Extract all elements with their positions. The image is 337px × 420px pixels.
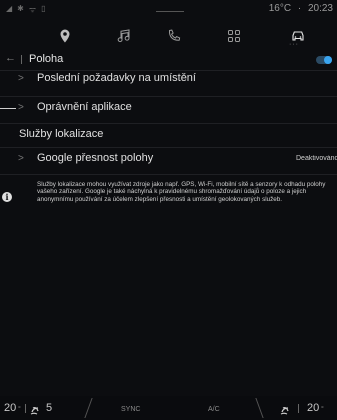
recent-requests-label: Poslední požadavky na umístění: [37, 72, 196, 84]
divider: [0, 174, 337, 175]
recent-requests-item[interactable]: > Poslední požadavky na umístění: [0, 68, 337, 92]
chevron-right-icon: >: [18, 73, 24, 84]
page-title: Poloha: [29, 53, 64, 65]
info-block: i Služby lokalizace mohou využívat zdroj…: [0, 176, 337, 220]
music-icon[interactable]: [109, 25, 139, 47]
section-title: Služby lokalizace: [19, 128, 104, 140]
bluetooth-icon: ✱: [17, 4, 24, 13]
info-icon: i: [2, 192, 12, 202]
right-temperature-unit: °: [321, 406, 324, 413]
sim-icon: ▯: [41, 4, 46, 13]
phone-icon[interactable]: [159, 25, 189, 47]
google-accuracy-status: Deaktivováno: [296, 155, 337, 162]
sync-button[interactable]: SYNC: [121, 406, 140, 413]
status-icons: ◢ ✱ ᯤ ▯: [6, 4, 46, 15]
apps-icon[interactable]: [219, 25, 249, 47]
status-bar: ◢ ✱ ᯤ ▯ 16°C · 20:23: [0, 0, 337, 20]
status-handle: [156, 11, 184, 12]
climate-divider-left: [84, 398, 93, 418]
location-pin-glyph: [60, 29, 70, 43]
climate-bar: 20 ° 5 SYNC A/C 20 °: [0, 396, 337, 420]
left-temperature[interactable]: 20: [4, 402, 16, 414]
page-header: ← Poloha: [0, 51, 337, 69]
ac-button[interactable]: A/C: [208, 406, 220, 413]
header-separator: [21, 55, 22, 64]
climate-divider-right: [255, 398, 264, 418]
top-navigation: [0, 20, 337, 50]
chevron-right-icon: >: [18, 102, 24, 113]
wifi-icon: ᯤ: [28, 5, 37, 14]
apps-grid-glyph: [228, 30, 240, 42]
location-toggle[interactable]: [316, 56, 332, 64]
app-permissions-item[interactable]: > Oprávnění aplikace: [0, 97, 337, 121]
phone-glyph: [168, 29, 181, 41]
outside-temperature: 16°C: [268, 3, 292, 14]
divider: [0, 123, 337, 124]
info-text: Služby lokalizace mohou využívat zdroje …: [37, 181, 326, 203]
rear-fan-icon[interactable]: [279, 403, 293, 415]
status-readout: 16°C · 20:23: [265, 3, 333, 14]
app-permissions-label: Oprávnění aplikace: [37, 101, 132, 113]
right-temperature[interactable]: 20: [307, 402, 319, 414]
climate-separator: [25, 404, 26, 413]
google-accuracy-label: Google přesnost polohy: [37, 152, 154, 164]
back-arrow-icon[interactable]: ←: [5, 52, 16, 64]
music-note-glyph: [117, 29, 130, 43]
signal-icon: ◢: [6, 4, 13, 13]
left-temperature-unit: °: [18, 406, 21, 413]
fan-speed[interactable]: 5: [46, 402, 52, 414]
clock: 20:23: [307, 3, 333, 14]
location-icon[interactable]: [50, 25, 80, 47]
climate-separator: [298, 404, 299, 413]
chevron-right-icon: >: [18, 153, 24, 164]
google-accuracy-item[interactable]: > Google přesnost polohy Deaktivováno: [0, 148, 337, 172]
fan-icon[interactable]: [29, 403, 43, 415]
selection-marker: [0, 108, 16, 109]
status-separator: ·: [297, 3, 302, 14]
active-tab-indicator: ···: [289, 41, 299, 48]
